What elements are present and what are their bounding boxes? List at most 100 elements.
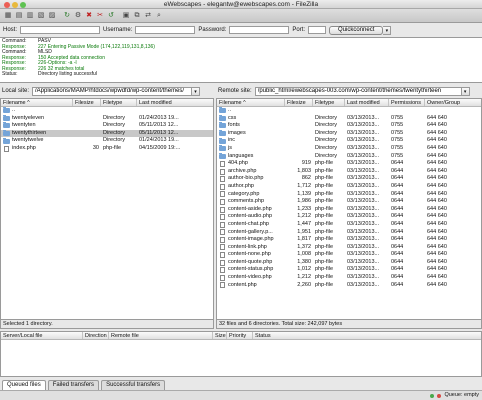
file-row[interactable]: content-status.php 1,012 php-file 03/13/201…: [217, 266, 481, 274]
column-permissions[interactable]: Permissions: [389, 99, 425, 106]
search-icon[interactable]: ⌕: [154, 11, 164, 21]
file-row[interactable]: archive.php 1,803 php-file 03/13/2013... 064…: [217, 168, 481, 176]
quickconnect-bar: Host: Username: Password: Port: Quickcon…: [0, 24, 482, 36]
process-queue-icon[interactable]: ⚙: [73, 11, 83, 21]
filter-icon[interactable]: ▣: [121, 11, 131, 21]
file-row[interactable]: 404.php 919 php-file 03/13/2013... 0644 644 6…: [217, 160, 481, 168]
file-row[interactable]: ..: [217, 107, 481, 115]
host-input[interactable]: [20, 26, 101, 34]
toggle-remote-tree-icon[interactable]: ▧: [36, 11, 46, 21]
quickconnect-dropdown[interactable]: ▾: [383, 25, 392, 35]
log-line: Status: Directory listing successful: [2, 71, 97, 77]
folder-icon: [219, 152, 226, 159]
folder-icon: [3, 137, 10, 144]
site-manager-icon[interactable]: ▦: [3, 11, 13, 21]
file-icon: [220, 229, 225, 236]
folder-icon: [3, 122, 10, 129]
queue-tabs: Queued files Failed transfers Successful…: [0, 378, 482, 390]
file-row[interactable]: content-chat.php 1,447 php-file 03/13/2013.…: [217, 221, 481, 229]
file-row[interactable]: images Directory 03/13/2013... 0755 644 640: [217, 130, 481, 138]
title-bar: eWebscapes - elegantw@ewebscapes.com - F…: [0, 0, 482, 9]
local-status: Selected 1 directory.: [0, 320, 214, 329]
remote-file-list[interactable]: Filename ^ Filesize Filetype Last modifi…: [216, 98, 482, 320]
file-row[interactable]: inc Directory 03/13/2013... 0755 644 640: [217, 137, 481, 145]
file-row[interactable]: content-gallery.p... 1,951 php-file 03/13/2…: [217, 229, 481, 237]
column-last-modified[interactable]: Last modified: [137, 99, 213, 106]
password-input[interactable]: [229, 26, 290, 34]
file-icon: [220, 183, 225, 190]
quickconnect-button[interactable]: Quickconnect: [329, 25, 384, 35]
file-icon: [220, 236, 225, 243]
file-row[interactable]: content-none.php 1,008 php-file 03/13/2013.…: [217, 251, 481, 259]
remote-path-input[interactable]: [254, 86, 462, 96]
toggle-log-icon[interactable]: ▤: [14, 11, 24, 21]
column-filetype[interactable]: Filetype: [101, 99, 137, 106]
reconnect-icon[interactable]: ↺: [106, 11, 116, 21]
file-icon: [220, 274, 225, 281]
column-filetype[interactable]: Filetype: [313, 99, 345, 106]
column-filename[interactable]: Filename ^: [1, 99, 73, 106]
refresh-icon[interactable]: ↻: [62, 11, 72, 21]
port-input[interactable]: [308, 26, 327, 34]
file-icon: [220, 259, 225, 266]
file-row[interactable]: content-video.php 1,212 php-file 03/13/2013…: [217, 274, 481, 282]
file-row[interactable]: css Directory 03/13/2013... 0755 644 640: [217, 115, 481, 123]
column-priority[interactable]: Priority: [227, 332, 253, 339]
activity-indicator-icon: [437, 393, 442, 398]
file-row[interactable]: languages Directory 03/13/2013... 0755 644 6…: [217, 153, 481, 161]
column-filename[interactable]: Filename ^: [217, 99, 285, 106]
transfer-queue[interactable]: Server/Local file Direction Remote file …: [0, 331, 482, 377]
file-row[interactable]: author.php 1,712 php-file 03/13/2013... 0644…: [217, 183, 481, 191]
file-icon: [220, 198, 225, 205]
cancel-icon[interactable]: ✖: [84, 11, 94, 21]
column-owner-group[interactable]: Owner/Group: [425, 99, 481, 106]
tab-queued-files[interactable]: Queued files: [2, 380, 46, 390]
file-row[interactable]: twentyten Directory 05/11/2013 12...: [1, 122, 213, 130]
file-row[interactable]: index.php 30 php-file 04/15/2009 19:...: [1, 145, 213, 153]
toggle-queue-icon[interactable]: ▨: [47, 11, 57, 21]
file-row[interactable]: ..: [1, 107, 213, 115]
file-row[interactable]: js Directory 03/13/2013... 0755 644 640: [217, 145, 481, 153]
file-row[interactable]: content-quote.php 1,380 php-file 03/13/2013…: [217, 259, 481, 267]
file-row[interactable]: content-audio.php 1,212 php-file 03/13/2013…: [217, 213, 481, 221]
column-remote-file[interactable]: Remote file: [109, 332, 213, 339]
sync-browse-icon[interactable]: ⇄: [143, 11, 153, 21]
column-server-local-file[interactable]: Server/Local file: [1, 332, 83, 339]
column-last-modified[interactable]: Last modified: [345, 99, 389, 106]
column-size[interactable]: Size: [213, 332, 227, 339]
column-filesize[interactable]: Filesize: [285, 99, 313, 106]
file-row[interactable]: content.php 2,260 php-file 03/13/2013... 064…: [217, 282, 481, 290]
column-filesize[interactable]: Filesize: [73, 99, 101, 106]
remote-path-dropdown[interactable]: ▾: [461, 86, 470, 96]
file-row[interactable]: author-bio.php 862 php-file 03/13/2013... 06…: [217, 175, 481, 183]
local-file-list[interactable]: Filename ^ Filesize Filetype Last modifi…: [0, 98, 214, 320]
file-row[interactable]: content-image.php 1,817 php-file 03/13/2013…: [217, 236, 481, 244]
file-row-selected[interactable]: twentythirteen Directory 05/11/2013 12..…: [1, 129, 213, 138]
toggle-tree-icon[interactable]: ▥: [25, 11, 35, 21]
disconnect-icon[interactable]: ✂: [95, 11, 105, 21]
folder-icon: [219, 137, 226, 144]
folder-icon: [3, 114, 10, 121]
local-path-dropdown[interactable]: ▾: [192, 86, 201, 96]
folder-icon: [219, 130, 226, 137]
file-row[interactable]: comments.php 1,986 php-file 03/13/2013... 06…: [217, 198, 481, 206]
file-row[interactable]: twentytwelve Directory 01/24/2013 19...: [1, 137, 213, 145]
column-status[interactable]: Status: [253, 332, 481, 339]
column-direction[interactable]: Direction: [83, 332, 109, 339]
tab-successful-transfers[interactable]: Successful transfers: [101, 380, 166, 390]
file-row[interactable]: content-aside.php 1,233 php-file 03/13/2013…: [217, 206, 481, 214]
tab-failed-transfers[interactable]: Failed transfers: [47, 380, 100, 390]
file-row[interactable]: twentyeleven Directory 01/24/2013 19...: [1, 115, 213, 123]
file-row[interactable]: content-link.php 1,372 php-file 03/13/2013.…: [217, 244, 481, 252]
compare-icon[interactable]: ⧉: [132, 11, 142, 21]
port-label: Port:: [292, 27, 306, 33]
file-icon: [220, 282, 225, 289]
remote-status: 32 files and 6 directories. Total size: …: [216, 320, 482, 329]
username-input[interactable]: [135, 26, 196, 34]
file-icon: [220, 160, 225, 167]
local-path-input[interactable]: [32, 86, 193, 96]
file-row[interactable]: category.php 1,139 php-file 03/13/2013... 06…: [217, 191, 481, 199]
file-row[interactable]: fonts Directory 03/13/2013... 0755 644 640: [217, 122, 481, 130]
message-log[interactable]: Command: PASV Response: 227 Entering Passi…: [0, 37, 482, 83]
username-label: Username:: [103, 27, 133, 33]
